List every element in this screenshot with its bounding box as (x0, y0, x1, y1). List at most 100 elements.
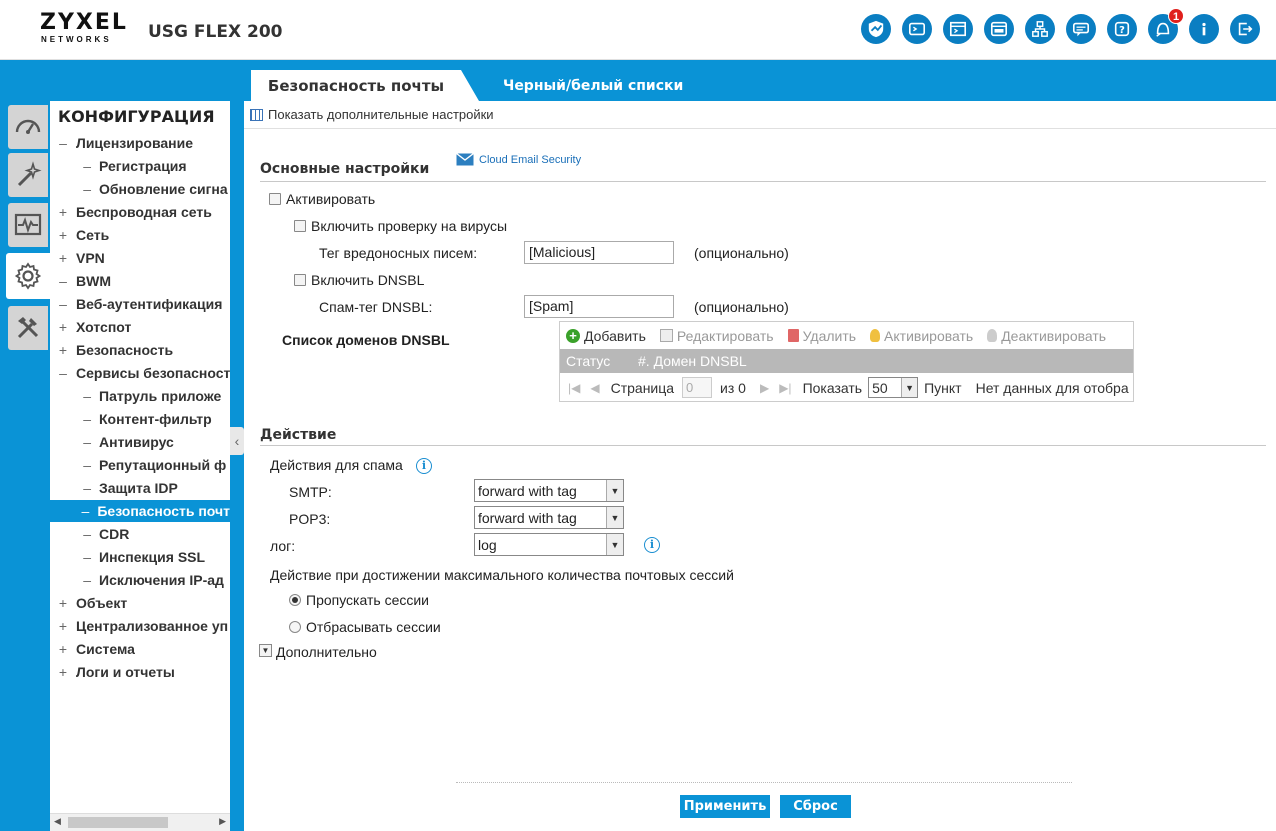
dnsbl-tag-label: Спам-тег DNSBL: (319, 299, 433, 315)
monitor-icon[interactable] (8, 203, 48, 247)
console-icon[interactable] (902, 14, 932, 44)
trash-icon (787, 329, 799, 342)
browser-icon[interactable] (984, 14, 1014, 44)
sidebar-item[interactable]: + Логи и отчеты (50, 661, 175, 683)
expand-icon: + (58, 641, 68, 657)
sidebar-item[interactable]: + VPN (50, 247, 105, 269)
sidebar-item[interactable]: – Безопасность почт (50, 500, 230, 522)
collapse-icon: – (83, 480, 91, 496)
sidebar-item[interactable]: – Обновление сигна (50, 178, 227, 200)
sidebar-item-label: Система (76, 641, 135, 657)
configuration-icon[interactable] (6, 253, 50, 299)
page-size-select[interactable]: 50 ▼ (868, 377, 919, 398)
sidebar-item-label: Безопасность почт (97, 503, 230, 519)
collapse-panel-button[interactable]: ‹ (230, 427, 244, 455)
sidebar-item[interactable]: + Сеть (50, 224, 109, 246)
expand-advanced-icon[interactable]: ▼ (259, 644, 272, 657)
deactivate-button[interactable]: Деактивировать (987, 328, 1106, 344)
nav-horizontal-scrollbar[interactable]: ◀ ▶ (50, 813, 230, 831)
sidebar-item-label: Логи и отчеты (76, 664, 175, 680)
sidebar-item[interactable]: – Лицензирование (50, 132, 193, 154)
shield-icon[interactable] (861, 14, 891, 44)
scroll-right-icon[interactable]: ▶ (219, 816, 226, 827)
collapse-icon: – (83, 411, 91, 427)
expand-icon: + (58, 204, 68, 220)
delete-button[interactable]: Удалить (787, 328, 856, 344)
scroll-left-icon[interactable]: ◀ (54, 816, 61, 827)
advanced-toggle-label[interactable]: Дополнительно (276, 644, 377, 660)
dashboard-icon[interactable] (8, 105, 48, 149)
sidebar-item[interactable]: + Беспроводная сеть (50, 201, 212, 223)
tab-blacklist-whitelist[interactable]: Черный/белый списки (503, 78, 683, 94)
logout-icon[interactable] (1230, 14, 1260, 44)
wizard-icon[interactable] (8, 153, 48, 197)
device-model: USG FLEX 200 (148, 22, 283, 42)
activate-button[interactable]: Активировать (870, 328, 973, 344)
tab-mail-security[interactable]: Безопасность почты (251, 70, 461, 101)
apply-button[interactable]: Применить (680, 795, 770, 818)
dnsbl-list-label: Список доменов DNSBL (282, 332, 450, 348)
column-domain[interactable]: #. Домен DNSBL (638, 353, 747, 369)
bulb-off-icon (987, 329, 998, 342)
notification-icon[interactable]: 1 (1148, 8, 1184, 44)
activate-checkbox[interactable] (269, 193, 281, 205)
sidebar-item[interactable]: – Защита IDP (50, 477, 178, 499)
virus-check-checkbox[interactable] (294, 220, 306, 232)
sidebar-item[interactable]: – Регистрация (50, 155, 186, 177)
pass-sessions-radio[interactable] (289, 594, 301, 606)
sidebar-item[interactable]: + Хотспот (50, 316, 131, 338)
cli-icon[interactable] (943, 14, 973, 44)
sidebar-item[interactable]: – Веб-аутентификация (50, 293, 222, 315)
page-number-input[interactable]: 0 (682, 377, 713, 398)
sidebar-item[interactable]: – BWM (50, 270, 111, 292)
pop3-label: POP3: (289, 511, 331, 527)
info-icon[interactable]: i (416, 458, 432, 474)
drop-sessions-radio[interactable] (289, 621, 301, 633)
log-select[interactable]: log ▼ (474, 533, 624, 556)
pop3-action-select[interactable]: forward with tag ▼ (474, 506, 624, 529)
footer-divider (456, 782, 1072, 783)
info-icon[interactable]: i (644, 537, 660, 553)
chat-icon[interactable] (1066, 14, 1096, 44)
scrollbar-thumb[interactable] (68, 817, 168, 828)
last-page-icon[interactable]: ▶| (779, 381, 791, 395)
dnsbl-tag-input[interactable]: [Spam] (524, 295, 674, 318)
edit-button[interactable]: Редактировать (659, 328, 774, 344)
sidebar-item[interactable]: – Сервисы безопасност (50, 362, 230, 384)
sidebar-item[interactable]: + Безопасность (50, 339, 173, 361)
expand-icon: + (58, 342, 68, 358)
show-advanced-settings-link[interactable]: Показать дополнительные настройки (250, 107, 494, 122)
virus-check-label: Включить проверку на вирусы (311, 218, 508, 234)
network-icon[interactable] (1025, 14, 1055, 44)
add-button[interactable]: + Добавить (566, 328, 646, 344)
sidebar-item[interactable]: – Патруль приложе (50, 385, 221, 407)
dnsbl-checkbox[interactable] (294, 274, 306, 286)
maintenance-icon[interactable] (8, 306, 48, 350)
sidebar-item[interactable]: – CDR (50, 523, 129, 545)
collapse-icon: – (83, 181, 91, 197)
top-divider (244, 128, 1276, 129)
reset-button[interactable]: Сброс (780, 795, 851, 818)
malicious-tag-input[interactable]: [Malicious] (524, 241, 674, 264)
smtp-action-select[interactable]: forward with tag ▼ (474, 479, 624, 502)
collapse-icon: – (83, 572, 91, 588)
collapse-icon: – (59, 365, 67, 381)
sidebar-item[interactable]: – Антивирус (50, 431, 174, 453)
next-page-icon[interactable]: ▶ (760, 381, 769, 395)
sidebar-item[interactable]: + Система (50, 638, 135, 660)
prev-page-icon[interactable]: ◀ (590, 381, 599, 395)
sidebar-item[interactable]: – Исключения IP-ад (50, 569, 224, 591)
sidebar-item[interactable]: + Централизованное уп (50, 615, 228, 637)
cloud-email-security-link[interactable]: Cloud Email Security (456, 153, 581, 166)
sidebar-item[interactable]: – Контент-фильтр (50, 408, 212, 430)
sidebar-item[interactable]: – Инспекция SSL (50, 546, 205, 568)
sidebar-item[interactable]: – Репутационный ф (50, 454, 226, 476)
info-icon[interactable] (1189, 14, 1219, 44)
sidebar-item-label: Сервисы безопасност (76, 365, 230, 381)
column-status[interactable]: Статус (566, 353, 638, 369)
sidebar-item[interactable]: + Объект (50, 592, 127, 614)
sidebar-item-label: Объект (76, 595, 128, 611)
first-page-icon[interactable]: |◀ (568, 381, 580, 395)
help-icon[interactable]: ? (1107, 14, 1137, 44)
sidebar-item-label: Сеть (76, 227, 110, 243)
